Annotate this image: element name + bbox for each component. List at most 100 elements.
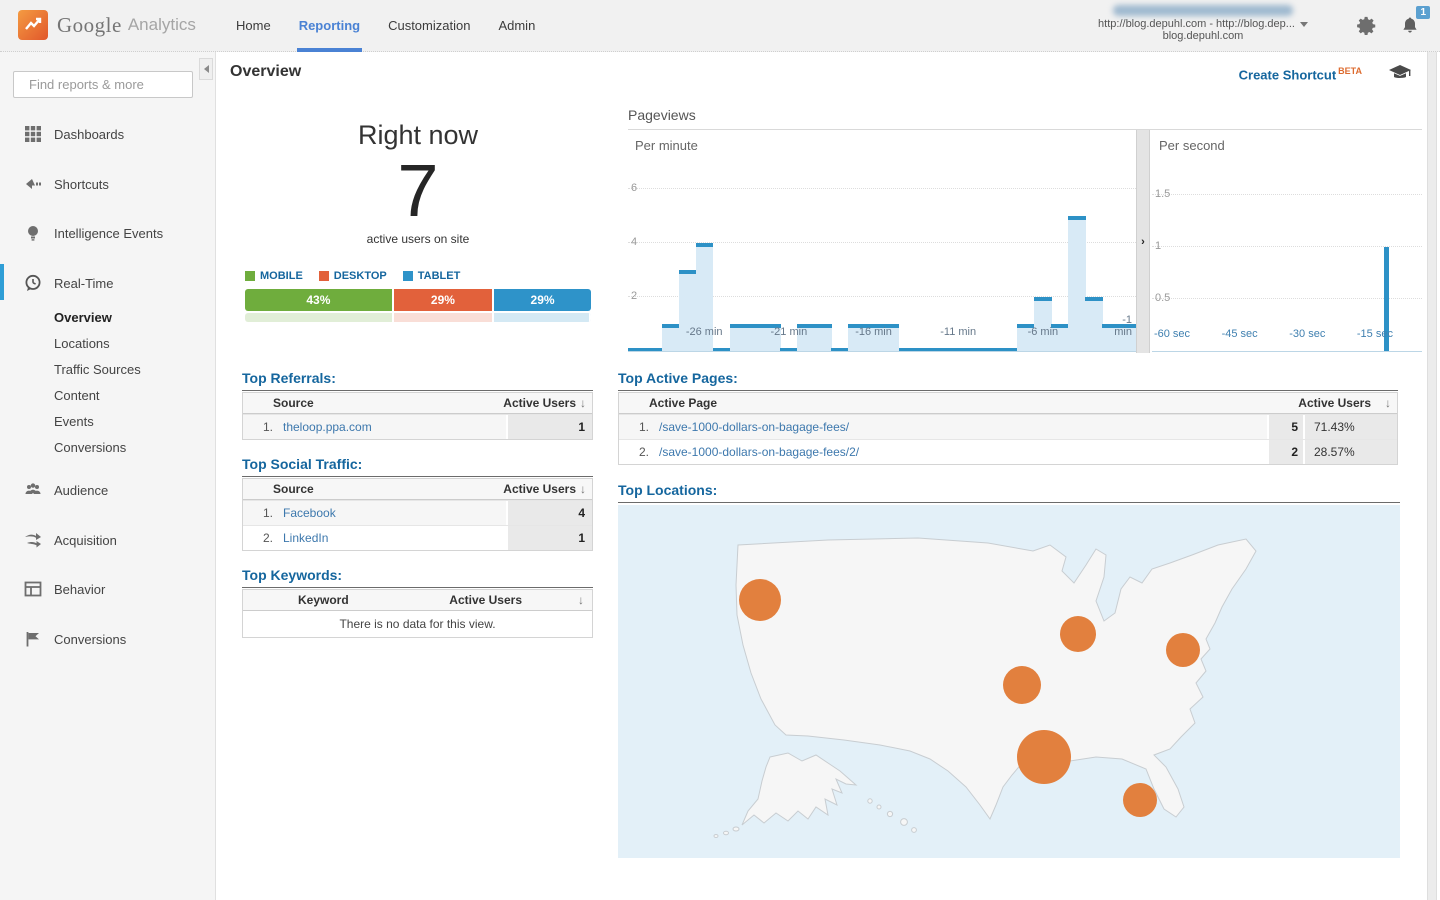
top-keywords-table: Keyword Active Users ↓ There is no data … (242, 589, 593, 638)
legend-tablet: TABLET (402, 270, 460, 282)
x-axis-tick: -15 sec (1356, 328, 1393, 341)
sidebar-item-conversions[interactable]: Conversions (0, 627, 216, 651)
sidebar-item-conversions-realtime[interactable]: Conversions (0, 435, 216, 459)
col-active-users[interactable]: Active Users (503, 396, 576, 410)
keywords-header[interactable]: Keyword Active Users ↓ (243, 590, 592, 611)
legend-mobile: MOBILE (245, 270, 303, 282)
shortcut-arrow-icon (26, 179, 41, 189)
x-axis-tick: -21 min (770, 326, 808, 339)
table-row: 1. theloop.ppa.com 1 (243, 414, 592, 439)
sidebar-item-content[interactable]: Content (0, 383, 216, 407)
sidebar-item-label: Intelligence Events (54, 225, 164, 241)
logo-text-analytics: Analytics (127, 15, 196, 34)
sidebar-item-acquisition[interactable]: Acquisition (0, 528, 216, 552)
page-title: Overview (230, 63, 302, 80)
active-page-link[interactable]: /save-1000-dollars-on-bagage-fees/2/ (659, 445, 859, 459)
sidebar-item-traffic-sources[interactable]: Traffic Sources (0, 357, 216, 381)
sidebar-item-shortcuts[interactable]: Shortcuts (0, 172, 216, 196)
col-active-users[interactable]: Active Users (449, 593, 522, 607)
sort-desc-icon[interactable]: ↓ (580, 396, 586, 410)
col-active-users[interactable]: Active Users (503, 482, 576, 496)
sidebar-item-real-time[interactable]: Real-Time (0, 271, 216, 295)
google-analytics-logo[interactable]: Google Analytics (18, 10, 196, 40)
sidebar-item-label: Shortcuts (54, 176, 109, 192)
sidebar-item-label: Real-Time (54, 275, 114, 291)
sort-desc-icon[interactable]: ↓ (1385, 396, 1391, 410)
social-header[interactable]: Source Active Users ↓ (243, 479, 592, 500)
social-source-link[interactable]: Facebook (283, 506, 336, 520)
pageviews-minute-bar (983, 348, 1002, 351)
sort-desc-icon[interactable]: ↓ (580, 482, 586, 496)
aleutian-island (723, 830, 729, 836)
hawaii-island (886, 810, 894, 818)
social-source-link[interactable]: LinkedIn (283, 531, 328, 545)
pageviews-per-minute-chart: Per minute 2 4 6 -26 min -21 min -16 min -11 m… (628, 130, 1136, 352)
lightbulb-icon (28, 226, 38, 241)
y-axis-tick: 0.5 (1155, 292, 1171, 304)
col-keyword[interactable]: Keyword (298, 593, 349, 607)
chart-panel-divider[interactable]: › (1136, 130, 1150, 353)
pageviews-minute-bar (1034, 297, 1052, 351)
hawaii-island (876, 804, 882, 810)
sidebar-item-behavior[interactable]: Behavior (0, 577, 216, 601)
pageviews-minute-bar (1085, 297, 1103, 351)
col-source[interactable]: Source (273, 396, 314, 410)
settings-gear-icon[interactable] (1356, 15, 1378, 42)
sidebar-item-overview[interactable]: Overview (0, 305, 216, 329)
clock-icon (25, 274, 41, 291)
sidebar-item-audience[interactable]: Audience (0, 478, 216, 502)
notification-count-badge[interactable]: 1 (1416, 6, 1430, 19)
table-row: 1. Facebook 4 (243, 500, 592, 525)
active-pages-header[interactable]: Active Page Active Users ↓ (619, 393, 1397, 414)
location-marker (739, 579, 781, 621)
sidebar-item-intelligence-events[interactable]: Intelligence Events (0, 221, 216, 245)
vertical-scrollbar[interactable] (1427, 52, 1437, 900)
flag-icon (26, 632, 39, 647)
nav-admin[interactable]: Admin (484, 0, 549, 52)
location-marker (1060, 616, 1096, 652)
sort-desc-icon[interactable]: ↓ (578, 593, 584, 607)
active-page-link[interactable]: /save-1000-dollars-on-bagage-fees/ (659, 420, 849, 434)
referrals-header[interactable]: Source Active Users ↓ (243, 393, 592, 414)
col-source[interactable]: Source (273, 482, 314, 496)
account-property-selector[interactable]: http://blog.depuhl.com - http://blog.dep… (1078, 5, 1328, 42)
sidebar-item-label: Acquisition (54, 532, 117, 548)
nav-home[interactable]: Home (222, 0, 285, 52)
top-social-heading: Top Social Traffic: (242, 456, 593, 477)
sidebar-item-events[interactable]: Events (0, 409, 216, 433)
y-axis-tick: 1.5 (1155, 188, 1171, 200)
active-users-value: 2 (1267, 440, 1303, 464)
active-users-value: 1 (506, 415, 592, 439)
gridline (628, 188, 1136, 189)
desktop-segment: 29% (393, 289, 495, 311)
device-legend: MOBILE DESKTOP TABLET (245, 270, 597, 282)
create-shortcut-button[interactable]: Create Shortcut BETA (1239, 66, 1362, 82)
logo-text-google: Google (57, 12, 122, 37)
referral-link[interactable]: theloop.ppa.com (283, 420, 372, 434)
nav-customization[interactable]: Customization (374, 0, 484, 52)
active-users-value: 5 (1267, 415, 1303, 439)
sidebar-item-dashboards[interactable]: Dashboards (0, 122, 216, 146)
beta-badge: BETA (1338, 66, 1362, 76)
x-axis-tick: -60 sec (1153, 328, 1191, 341)
notifications-bell-icon[interactable] (1400, 16, 1420, 41)
hawaii-island (900, 818, 908, 826)
top-referrals-table: Source Active Users ↓ 1. theloop.ppa.com… (242, 392, 593, 440)
pageviews-per-second-chart: Per second 0.5 1 1.5 -60 sec -45 sec -30 sec -… (1152, 130, 1422, 352)
tutorial-cap-icon[interactable] (1388, 64, 1412, 87)
top-keywords-heading: Top Keywords: (242, 567, 593, 588)
col-active-page[interactable]: Active Page (649, 396, 717, 410)
pageviews-minute-bar (1000, 348, 1018, 351)
sidebar-item-locations[interactable]: Locations (0, 331, 216, 355)
location-marker (1166, 633, 1200, 667)
mobile-segment: 43% (245, 289, 394, 311)
sidebar-item-label: Conversions (54, 631, 127, 647)
google-analytics-app: Google Analytics Home Reporting Customiz… (0, 0, 1440, 900)
nav-reporting[interactable]: Reporting (285, 0, 374, 52)
y-axis-tick: 1 (1155, 240, 1162, 252)
aleutian-island (713, 834, 719, 838)
col-active-users[interactable]: Active Users (1298, 396, 1371, 410)
mobile-swatch (245, 271, 255, 281)
table-row: 1. /save-1000-dollars-on-bagage-fees/ 5 … (619, 414, 1397, 439)
search-input[interactable] (27, 76, 207, 93)
